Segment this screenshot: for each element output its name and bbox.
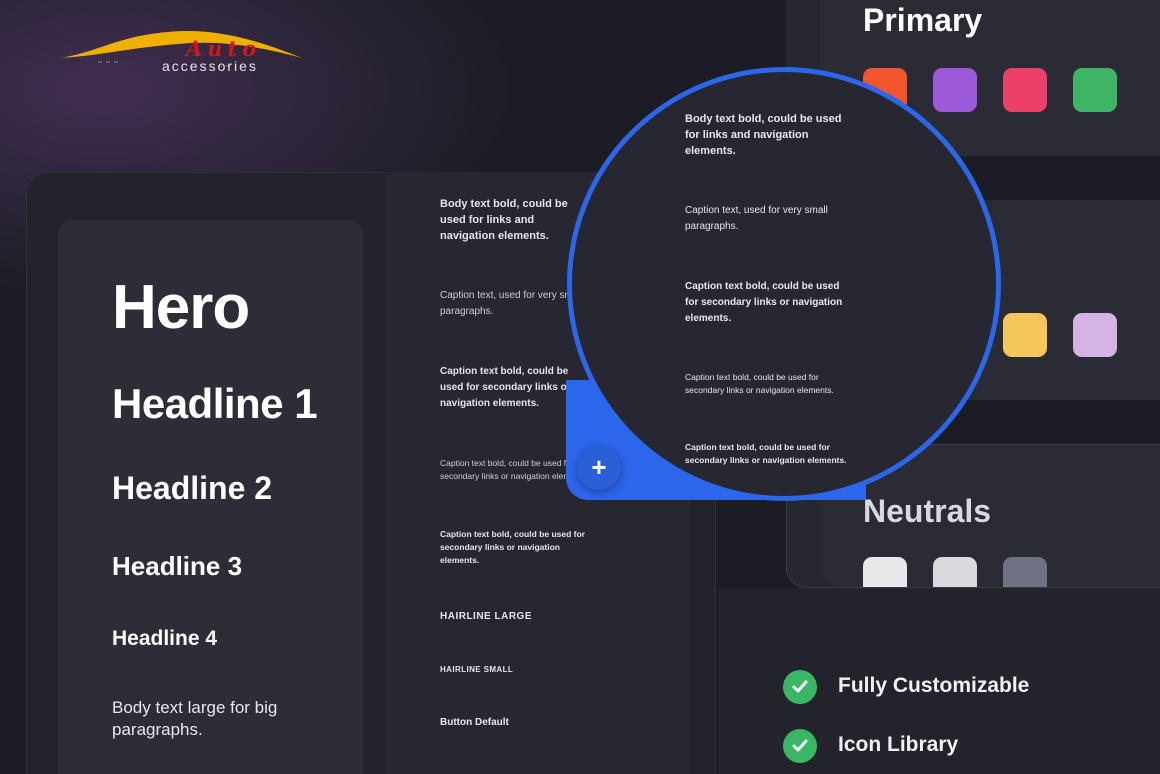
type-headline-1: Headline 1 [112, 380, 318, 427]
type-headline-3: Headline 3 [112, 551, 243, 581]
type-headline-2: Headline 2 [112, 470, 273, 506]
sample-hairline-large: HAIRLINE LARGE [440, 611, 532, 622]
sample-body-bold: Body text bold, could be used for links … [440, 198, 568, 242]
primary-swatch-pink[interactable] [1003, 68, 1047, 112]
magnified-caption: Caption text, used for very small paragr… [685, 205, 828, 232]
sample-button-default[interactable]: Button Default [440, 717, 590, 728]
magnified-small-caption: Caption text bold, could be used for sec… [685, 372, 834, 395]
neutral-swatch-gray[interactable] [1003, 557, 1047, 587]
neutral-swatch-white[interactable] [863, 557, 907, 587]
feature-icon-library: Icon Library [838, 733, 959, 756]
magnified-caption-bold: Caption text bold, could be used for sec… [685, 281, 843, 324]
type-hero: Hero [112, 273, 250, 342]
check-icon [783, 729, 817, 763]
primary-title: Primary [863, 2, 983, 38]
feature-fully-customizable: Fully Customizable [838, 674, 1030, 697]
secondary-swatch-yellow[interactable] [1003, 313, 1047, 357]
type-body-large: Body text large for big paragraphs. [112, 698, 278, 739]
magnified-small-caption-bold: Caption text bold, could be used for sec… [685, 442, 847, 465]
secondary-swatch-lavender[interactable] [1073, 313, 1117, 357]
sample-hairline-small: HAIRLINE SMALL [440, 665, 514, 674]
sample-small-caption-bold: Caption text bold, could be used for sec… [440, 529, 585, 565]
magnified-body-bold: Body text bold, could be used for links … [685, 113, 842, 157]
primary-swatch-purple[interactable] [933, 68, 977, 112]
check-icon [783, 670, 817, 704]
neutral-swatch-light-gray[interactable] [933, 557, 977, 587]
logo-word-accessories: accessories [162, 58, 258, 74]
type-headline-4: Headline 4 [112, 627, 218, 650]
plus-icon: + [591, 452, 607, 482]
zoom-plus-button[interactable]: + [577, 446, 621, 490]
neutrals-title: Neutrals [863, 493, 992, 529]
brand-logo: Auto accessories [58, 22, 308, 82]
primary-swatch-green[interactable] [1073, 68, 1117, 112]
